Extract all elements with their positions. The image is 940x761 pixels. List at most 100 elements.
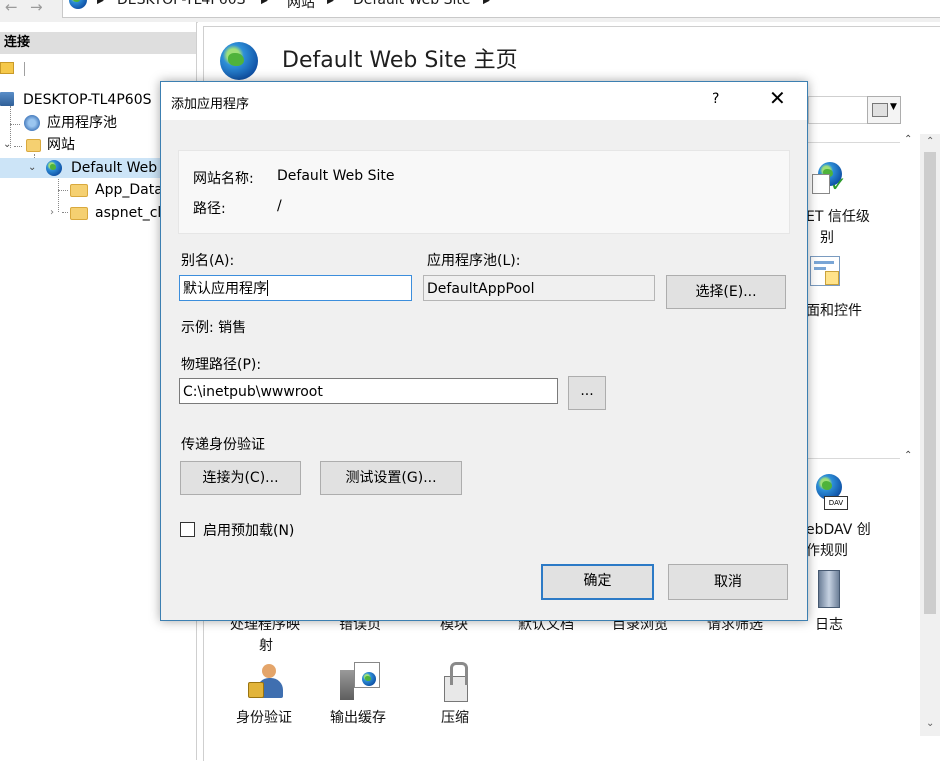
connections-toolbar xyxy=(0,56,196,80)
add-application-dialog: 添加应用程序 ? ✕ 网站名称: Default Web Site 路径: / … xyxy=(160,81,808,621)
preload-checkbox[interactable] xyxy=(180,522,195,537)
expand-chevron-icon[interactable]: ⌄ xyxy=(3,135,11,155)
server-tower xyxy=(340,670,354,700)
cancel-button[interactable]: 取消 xyxy=(668,564,788,600)
checkmark-icon: ✓ xyxy=(830,172,847,196)
scrollbar[interactable]: ⌃ ⌄ xyxy=(920,134,940,736)
compression-icon[interactable] xyxy=(440,662,474,702)
sites-folder-icon xyxy=(26,139,41,152)
feature-label-trust-level: ET 信任级 xyxy=(806,209,870,225)
path-value: / xyxy=(277,198,282,214)
forward-arrow-icon[interactable]: → xyxy=(30,0,43,16)
clamp xyxy=(450,662,468,685)
connections-header: 连接 xyxy=(0,32,196,54)
user-head xyxy=(262,664,276,678)
back-arrow-icon[interactable]: ← xyxy=(5,0,18,16)
expand-chevron-icon[interactable]: ⌄ xyxy=(28,158,36,178)
path-label: 路径: xyxy=(193,201,226,217)
help-button[interactable]: ? xyxy=(712,91,719,107)
page-title: Default Web Site 主页 xyxy=(282,48,518,73)
app-pool-label: 应用程序池(L): xyxy=(427,253,521,269)
browse-button[interactable]: ... xyxy=(568,376,606,410)
app-pool-icon xyxy=(24,115,40,131)
app-pool-field: DefaultAppPool xyxy=(423,275,655,301)
chevron-right-icon: ▶ xyxy=(483,0,490,6)
site-name-value: Default Web Site xyxy=(277,168,395,184)
example-text: 示例: 销售 xyxy=(181,320,247,336)
passthrough-auth-label: 传递身份验证 xyxy=(181,437,265,453)
dropdown-arrow-icon: ▼ xyxy=(890,102,897,112)
server-icon xyxy=(0,92,14,106)
folder-icon xyxy=(70,207,88,220)
tree-label-default-site: Default Web xyxy=(71,160,158,176)
address-bar: ← → ▶ DESKTOP-TL4P60S ▶ 网站 ▶ Default Web… xyxy=(0,0,940,23)
ui-bar xyxy=(814,267,826,270)
feature-label-webdav-2: 作规则 xyxy=(806,543,848,559)
feature-label-pages-controls: 面和控件 xyxy=(806,303,862,319)
view-select[interactable]: ▼ xyxy=(867,96,901,124)
collapse-group-icon[interactable]: ⌃ xyxy=(904,134,912,145)
chevron-right-icon: ▶ xyxy=(97,0,104,6)
globe-icon xyxy=(46,160,62,176)
feature-label-trust-level-2: 别 xyxy=(820,230,834,246)
dialog-titlebar: 添加应用程序 ? ✕ xyxy=(161,82,807,120)
group-separator xyxy=(806,458,900,459)
alias-input[interactable]: 默认应用程序 xyxy=(179,275,412,301)
breadcrumb-default-site[interactable]: Default Web Site xyxy=(353,0,470,8)
tree-label-app-pools: 应用程序池 xyxy=(47,115,117,131)
breadcrumb-sites[interactable]: 网站 xyxy=(287,0,315,12)
select-button[interactable]: 选择(E)... xyxy=(666,275,786,309)
breadcrumb-server[interactable]: DESKTOP-TL4P60S xyxy=(117,0,245,8)
feature-label-compression: 压缩 xyxy=(441,710,469,726)
ok-button[interactable]: 确定 xyxy=(541,564,654,600)
test-settings-button[interactable]: 测试设置(G)... xyxy=(320,461,462,495)
site-globe-icon xyxy=(220,42,258,80)
tree-label-server: DESKTOP-TL4P60S xyxy=(23,92,152,108)
scroll-thumb[interactable] xyxy=(924,152,936,614)
site-info-box: 网站名称: Default Web Site 路径: / xyxy=(178,150,790,234)
logging-icon[interactable] xyxy=(818,570,840,608)
globe-icon xyxy=(69,0,87,9)
physical-path-input[interactable]: C:\inetpub\wwwroot xyxy=(179,378,558,404)
tree-label-sites: 网站 xyxy=(47,137,75,153)
physical-path-label: 物理路径(P): xyxy=(181,357,262,373)
text-caret xyxy=(267,280,268,296)
tree-line xyxy=(58,176,59,212)
folder-icon xyxy=(70,184,88,197)
close-icon[interactable]: ✕ xyxy=(769,88,786,108)
tree-line xyxy=(62,212,68,213)
filter-field[interactable] xyxy=(808,96,868,124)
tree-line xyxy=(10,124,20,125)
connect-as-button[interactable]: 连接为(C)... xyxy=(180,461,301,495)
ui-bar xyxy=(814,261,834,264)
dav-badge: DAV xyxy=(824,496,848,510)
chevron-right-icon: ▶ xyxy=(327,0,334,6)
alias-label: 别名(A): xyxy=(181,253,235,269)
scroll-down-icon[interactable]: ⌄ xyxy=(926,718,934,729)
feature-label-logging: 日志 xyxy=(815,617,843,633)
webdav-icon[interactable]: DAV xyxy=(812,474,848,510)
tree-label-aspnet-client: aspnet_cli xyxy=(95,205,166,221)
lock-icon xyxy=(248,682,264,698)
output-cache-icon[interactable] xyxy=(340,662,382,702)
group-separator xyxy=(806,142,900,143)
chevron-right-icon: ▶ xyxy=(261,0,268,6)
tree-line xyxy=(58,190,68,191)
authentication-icon[interactable] xyxy=(248,664,288,704)
preload-label: 启用预加载(N) xyxy=(203,523,295,539)
collapse-group-icon[interactable]: ⌃ xyxy=(904,450,912,461)
toolbar-separator xyxy=(24,62,25,76)
alias-value: 默认应用程序 xyxy=(183,281,267,297)
expand-arrow-icon[interactable]: › xyxy=(50,203,54,223)
tree-line xyxy=(14,146,22,147)
globe-icon xyxy=(362,672,376,686)
document-icon xyxy=(812,174,830,194)
connect-icon[interactable] xyxy=(0,62,14,74)
feature-label-handler-mappings-2: 射 xyxy=(259,638,273,654)
trust-level-icon[interactable]: ✓ xyxy=(812,162,847,196)
view-icon xyxy=(872,103,888,117)
scroll-up-icon[interactable]: ⌃ xyxy=(926,136,934,147)
feature-label-authentication: 身份验证 xyxy=(236,710,292,726)
pages-controls-icon[interactable] xyxy=(810,256,840,286)
feature-label-output-cache: 输出缓存 xyxy=(330,710,386,726)
